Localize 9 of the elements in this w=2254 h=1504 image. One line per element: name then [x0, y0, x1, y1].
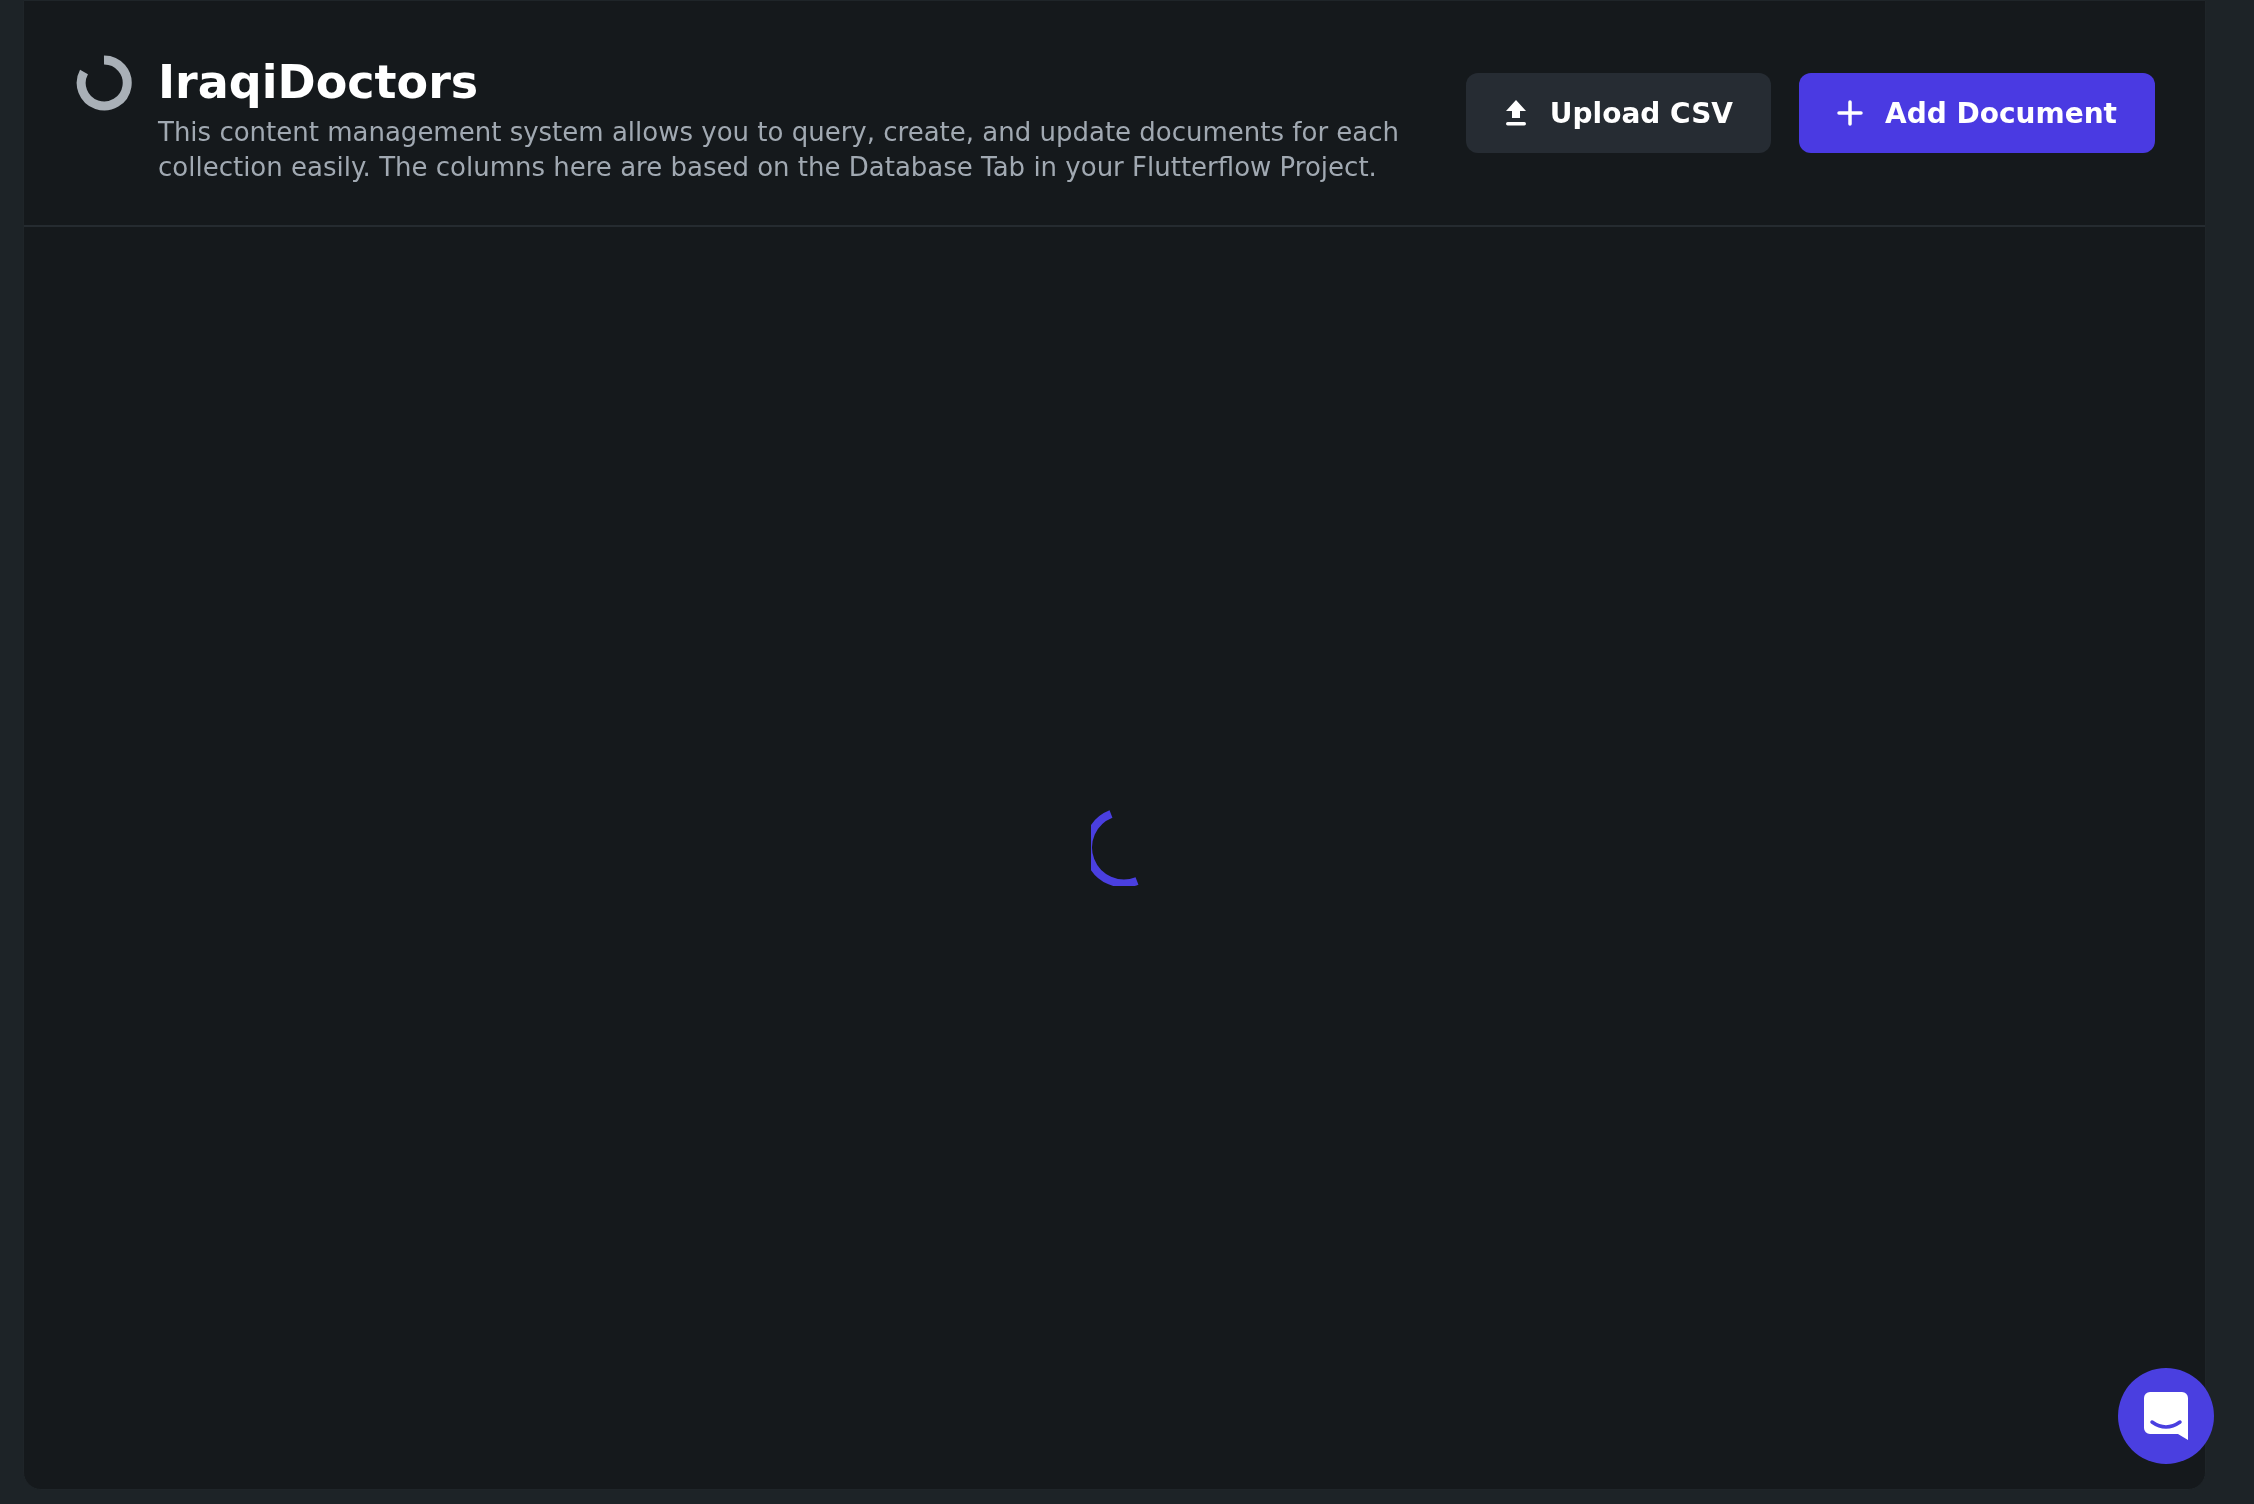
- chat-bubble-icon: [2144, 1392, 2188, 1440]
- upload-icon: [1503, 99, 1528, 127]
- upload-button[interactable]: Upload CSV: [1465, 73, 1771, 153]
- plus-icon: [1837, 100, 1863, 126]
- ring-icon: [76, 55, 132, 111]
- add-button[interactable]: Add Document: [1799, 73, 2155, 153]
- page-title: IraqiDoctors: [158, 54, 480, 111]
- page-description: This content management system allows you to query, create, and update documents for each collection easily. The columns here are based on the Database Tab in your Flutterflow Project.: [158, 116, 1401, 184]
- loading-spinner-icon: [1090, 810, 1139, 886]
